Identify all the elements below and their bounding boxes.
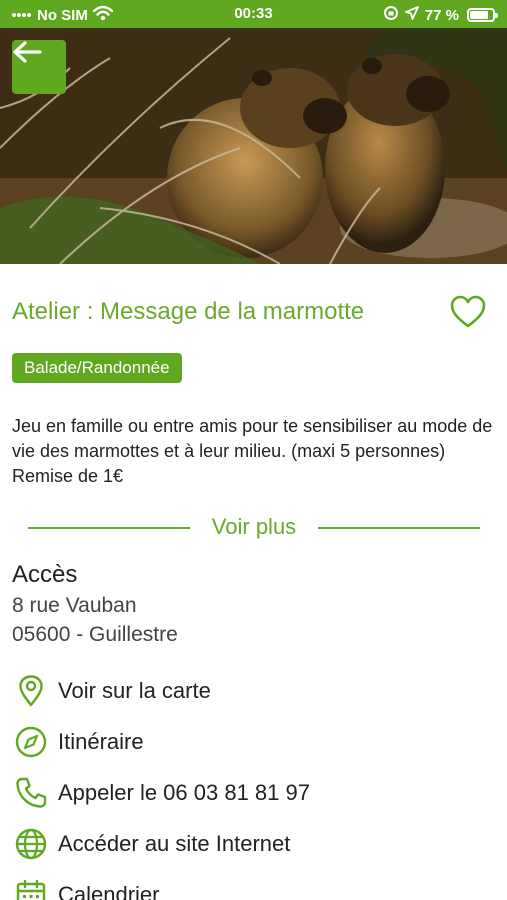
status-indicators: 77 % bbox=[383, 5, 498, 25]
itinerary-button[interactable]: Itinéraire bbox=[14, 723, 494, 763]
status-bar: No SIM 00:33 77 % bbox=[0, 0, 507, 28]
heart-outline-icon bbox=[449, 295, 487, 334]
calendar-button[interactable]: Calendrier bbox=[14, 876, 494, 900]
location-arrow-icon bbox=[404, 6, 419, 24]
map-pin-icon bbox=[14, 674, 48, 708]
see-more-toggle[interactable]: Voir plus bbox=[28, 514, 480, 542]
call-label: Appeler le 06 03 81 81 97 bbox=[58, 780, 310, 805]
website-button[interactable]: Accéder au site Internet bbox=[14, 825, 494, 865]
back-button[interactable] bbox=[12, 40, 66, 94]
event-description: Jeu en famille ou entre amis pour te sen… bbox=[12, 416, 493, 486]
address-line-2: 05600 - Guillestre bbox=[12, 623, 178, 646]
globe-icon bbox=[14, 827, 48, 861]
category-badge: Balade/Randonnée bbox=[12, 353, 182, 383]
event-title: Atelier : Message de la marmotte bbox=[12, 298, 365, 325]
marmots-photo bbox=[0, 28, 507, 264]
compass-icon bbox=[14, 725, 48, 759]
call-button[interactable]: Appeler le 06 03 81 81 97 bbox=[14, 774, 494, 814]
battery-percent: 77 % bbox=[424, 6, 459, 24]
favorite-button[interactable] bbox=[449, 294, 487, 330]
view-on-map-label: Voir sur la carte bbox=[58, 678, 211, 703]
address-line-1: 8 rue Vauban bbox=[12, 594, 137, 617]
view-on-map-button[interactable]: Voir sur la carte bbox=[14, 672, 494, 712]
rotation-lock-icon bbox=[383, 5, 399, 25]
access-heading: Accès bbox=[12, 561, 78, 588]
battery-icon bbox=[467, 8, 498, 22]
phone-icon bbox=[14, 776, 48, 810]
calendar-label: Calendrier bbox=[58, 882, 160, 900]
divider-right bbox=[318, 527, 480, 529]
website-label: Accéder au site Internet bbox=[58, 831, 291, 856]
hero-image bbox=[0, 28, 507, 264]
calendar-icon bbox=[14, 878, 48, 900]
itinerary-label: Itinéraire bbox=[58, 729, 144, 754]
title-row: Atelier : Message de la marmotte bbox=[12, 294, 495, 334]
